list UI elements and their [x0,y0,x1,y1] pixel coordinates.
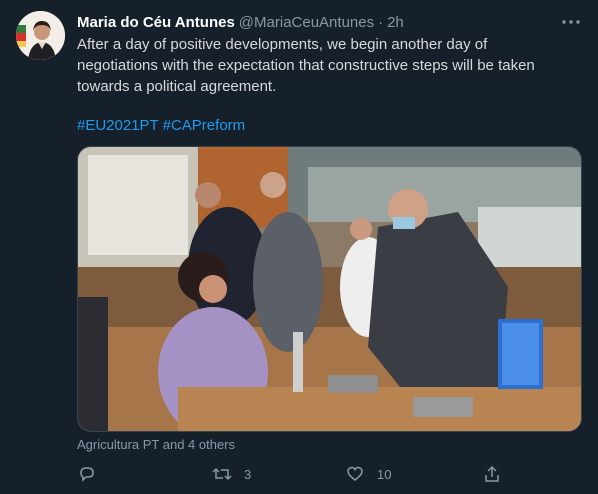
share-button[interactable] [482,462,502,486]
reply-button[interactable] [77,462,97,486]
hashtags: #EU2021PT #CAPreform [77,115,245,136]
author-handle[interactable]: @MariaCeuAntunes [239,14,374,31]
retweet-count: 3 [244,466,252,482]
hashtag-link[interactable]: #CAPreform [163,117,246,134]
separator-dot: · [378,13,384,31]
more-options-icon[interactable] [560,13,582,31]
heart-icon [345,464,365,484]
retweet-icon [212,464,232,484]
tweet-image[interactable] [77,146,582,432]
tweet-header: Maria do Céu Antunes @MariaCeuAntunes · … [77,11,558,33]
liked-by[interactable]: Agricultura PT and 4 others [77,437,235,452]
hashtag-link[interactable]: #EU2021PT [77,117,158,134]
share-icon [482,464,502,484]
retweet-button[interactable]: 3 [212,462,251,486]
tweet[interactable]: Maria do Céu Antunes @MariaCeuAntunes · … [0,0,598,494]
tweet-text: After a day of positive developments, we… [77,36,539,95]
reply-icon [77,464,97,484]
like-count: 10 [377,466,392,482]
like-button[interactable]: 10 [345,462,391,486]
avatar[interactable] [16,11,65,60]
timestamp[interactable]: 2h [387,14,404,31]
author-name[interactable]: Maria do Céu Antunes [77,14,235,31]
action-bar: 3 10 [77,462,547,486]
